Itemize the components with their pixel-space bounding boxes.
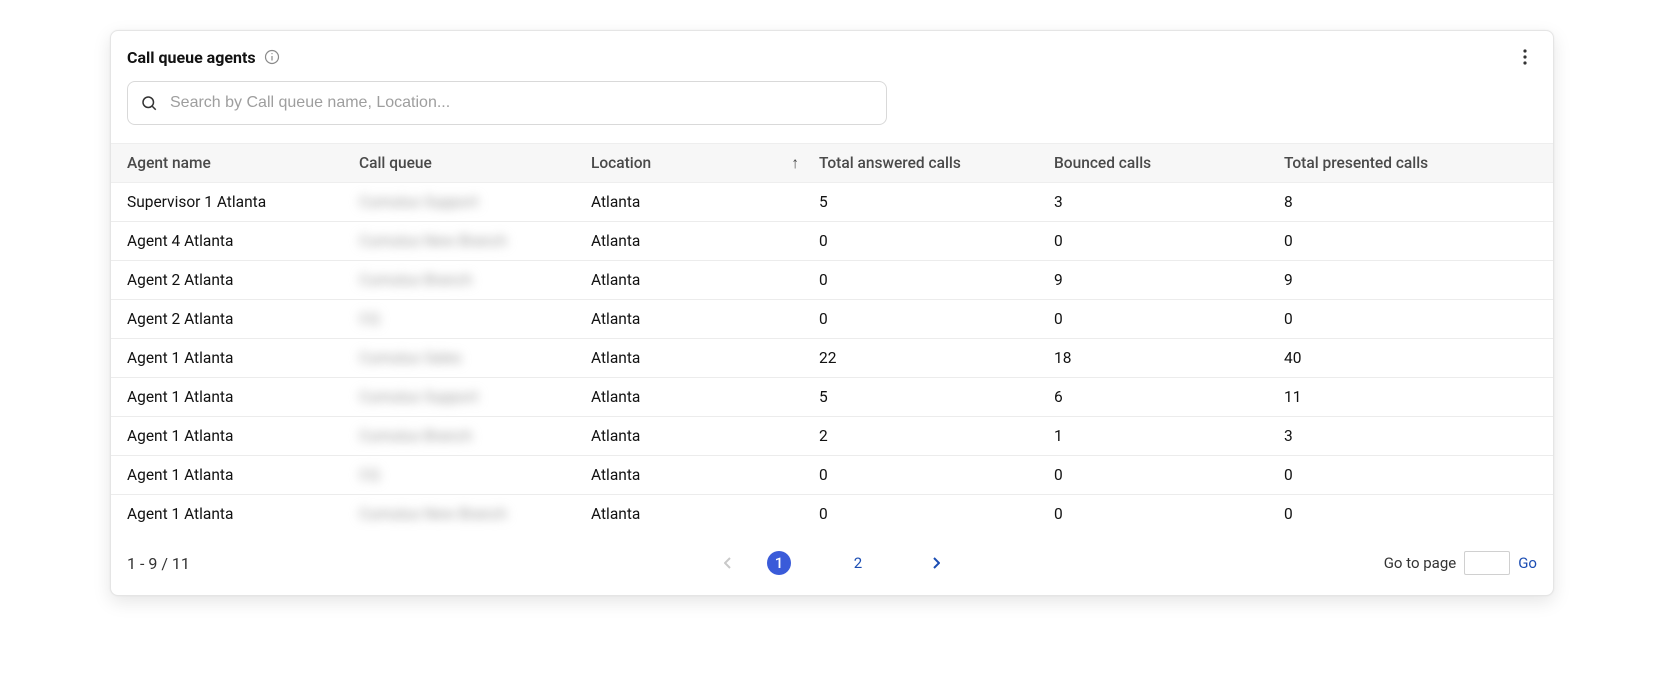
cell-total-presented: 8 bbox=[1284, 183, 1537, 221]
cell-call-queue: Cumulus Branch bbox=[359, 261, 591, 299]
table-row[interactable]: Agent 1 AtlantaCumulus SupportAtlanta561… bbox=[111, 378, 1553, 417]
cell-total-presented: 0 bbox=[1284, 222, 1537, 260]
cell-call-queue: CQ bbox=[359, 456, 591, 494]
col-location[interactable]: Location ↑ bbox=[591, 144, 819, 182]
cell-total-answered: 0 bbox=[819, 495, 1054, 533]
table-row[interactable]: Agent 1 AtlantaCQAtlanta000 bbox=[111, 456, 1553, 495]
sort-asc-icon: ↑ bbox=[791, 154, 799, 173]
table-row[interactable]: Agent 1 AtlantaCumulus New BranchAtlanta… bbox=[111, 495, 1553, 533]
cell-agent-name: Agent 1 Atlanta bbox=[127, 339, 359, 377]
table-row[interactable]: Agent 4 AtlantaCumulus New BranchAtlanta… bbox=[111, 222, 1553, 261]
goto-button[interactable]: Go bbox=[1518, 554, 1537, 572]
cell-total-presented: 3 bbox=[1284, 417, 1537, 455]
cell-bounced: 1 bbox=[1054, 417, 1284, 455]
cell-total-answered: 5 bbox=[819, 183, 1054, 221]
cell-location: Atlanta bbox=[591, 183, 819, 221]
cell-bounced: 0 bbox=[1054, 222, 1284, 260]
goto-label: Go to page bbox=[1384, 554, 1457, 572]
page-prev-button[interactable] bbox=[717, 552, 739, 574]
pager: 12 bbox=[717, 551, 947, 575]
chevron-left-icon bbox=[724, 557, 732, 569]
cell-location: Atlanta bbox=[591, 300, 819, 338]
goto-page: Go to page Go bbox=[1384, 551, 1537, 575]
cell-total-presented: 40 bbox=[1284, 339, 1537, 377]
page-next-button[interactable] bbox=[925, 552, 947, 574]
col-total-answered[interactable]: Total answered calls bbox=[819, 144, 1054, 182]
table-row[interactable]: Agent 2 AtlantaCumulus BranchAtlanta099 bbox=[111, 261, 1553, 300]
card-header: Call queue agents bbox=[111, 31, 1553, 77]
goto-input[interactable] bbox=[1464, 551, 1510, 575]
col-bounced[interactable]: Bounced calls bbox=[1054, 144, 1284, 182]
cell-total-answered: 0 bbox=[819, 456, 1054, 494]
cell-agent-name: Agent 1 Atlanta bbox=[127, 495, 359, 533]
page-2-button[interactable]: 2 bbox=[847, 552, 869, 574]
card-title: Call queue agents bbox=[127, 48, 256, 67]
cell-call-queue: Cumulus Branch bbox=[359, 417, 591, 455]
col-call-queue[interactable]: Call queue bbox=[359, 144, 591, 182]
search-icon bbox=[140, 94, 158, 112]
chevron-right-icon bbox=[932, 557, 940, 569]
cell-location: Atlanta bbox=[591, 339, 819, 377]
cell-location: Atlanta bbox=[591, 222, 819, 260]
page-1-button[interactable]: 1 bbox=[767, 551, 791, 575]
cell-total-presented: 0 bbox=[1284, 300, 1537, 338]
more-menu-icon[interactable] bbox=[1513, 45, 1537, 69]
cell-agent-name: Agent 4 Atlanta bbox=[127, 222, 359, 260]
cell-total-answered: 0 bbox=[819, 222, 1054, 260]
col-total-presented[interactable]: Total presented calls bbox=[1284, 144, 1537, 182]
cell-total-answered: 22 bbox=[819, 339, 1054, 377]
cell-agent-name: Agent 2 Atlanta bbox=[127, 261, 359, 299]
pagination-range: 1 - 9 / 11 bbox=[127, 554, 190, 573]
cell-call-queue: Cumulus Support bbox=[359, 183, 591, 221]
cell-bounced: 0 bbox=[1054, 456, 1284, 494]
cell-total-answered: 5 bbox=[819, 378, 1054, 416]
table-row[interactable]: Supervisor 1 AtlantaCumulus SupportAtlan… bbox=[111, 183, 1553, 222]
search-field[interactable] bbox=[127, 81, 887, 125]
agents-table: Agent name Call queue Location ↑ Total a… bbox=[111, 143, 1553, 533]
table-row[interactable]: Agent 1 AtlantaCumulus BranchAtlanta213 bbox=[111, 417, 1553, 456]
cell-agent-name: Agent 1 Atlanta bbox=[127, 378, 359, 416]
cell-total-answered: 2 bbox=[819, 417, 1054, 455]
table-row[interactable]: Agent 1 AtlantaCumulus SalesAtlanta22184… bbox=[111, 339, 1553, 378]
cell-bounced: 6 bbox=[1054, 378, 1284, 416]
info-icon[interactable] bbox=[264, 49, 280, 65]
table-footer: 1 - 9 / 11 12 Go to page Go bbox=[111, 533, 1553, 595]
cell-bounced: 0 bbox=[1054, 300, 1284, 338]
cell-agent-name: Agent 1 Atlanta bbox=[127, 456, 359, 494]
cell-bounced: 18 bbox=[1054, 339, 1284, 377]
cell-total-presented: 0 bbox=[1284, 456, 1537, 494]
col-agent-name[interactable]: Agent name bbox=[127, 144, 359, 182]
cell-agent-name: Supervisor 1 Atlanta bbox=[127, 183, 359, 221]
cell-location: Atlanta bbox=[591, 495, 819, 533]
cell-location: Atlanta bbox=[591, 261, 819, 299]
cell-location: Atlanta bbox=[591, 417, 819, 455]
cell-total-presented: 11 bbox=[1284, 378, 1537, 416]
cell-location: Atlanta bbox=[591, 456, 819, 494]
cell-total-answered: 0 bbox=[819, 300, 1054, 338]
cell-bounced: 9 bbox=[1054, 261, 1284, 299]
cell-location: Atlanta bbox=[591, 378, 819, 416]
cell-call-queue: Cumulus Sales bbox=[359, 339, 591, 377]
cell-total-answered: 0 bbox=[819, 261, 1054, 299]
call-queue-agents-card: Call queue agents Agent name Call queue bbox=[110, 30, 1554, 596]
cell-bounced: 3 bbox=[1054, 183, 1284, 221]
cell-call-queue: Cumulus New Branch bbox=[359, 222, 591, 260]
cell-total-presented: 9 bbox=[1284, 261, 1537, 299]
search-input[interactable] bbox=[168, 93, 874, 113]
cell-call-queue: CQ bbox=[359, 300, 591, 338]
table-row[interactable]: Agent 2 AtlantaCQAtlanta000 bbox=[111, 300, 1553, 339]
col-location-label: Location bbox=[591, 154, 651, 172]
cell-agent-name: Agent 2 Atlanta bbox=[127, 300, 359, 338]
cell-call-queue: Cumulus Support bbox=[359, 378, 591, 416]
table-header-row: Agent name Call queue Location ↑ Total a… bbox=[111, 143, 1553, 183]
cell-call-queue: Cumulus New Branch bbox=[359, 495, 591, 533]
cell-agent-name: Agent 1 Atlanta bbox=[127, 417, 359, 455]
cell-total-presented: 0 bbox=[1284, 495, 1537, 533]
cell-bounced: 0 bbox=[1054, 495, 1284, 533]
